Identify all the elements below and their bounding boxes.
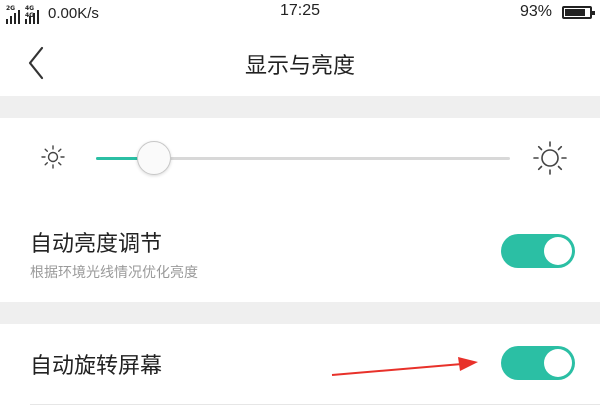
brightness-high-icon <box>533 141 567 175</box>
toggle-knob <box>544 349 572 377</box>
auto-brightness-toggle[interactable] <box>501 234 575 268</box>
toggle-knob <box>544 237 572 265</box>
row-divider <box>30 404 600 405</box>
auto-rotate-toggle[interactable] <box>501 346 575 380</box>
brightness-slider-row <box>0 118 600 200</box>
section-divider <box>0 96 600 118</box>
clock: 17:25 <box>279 2 321 19</box>
auto-brightness-title: 自动亮度调节 <box>30 232 163 257</box>
page-title: 显示与亮度 <box>244 54 355 79</box>
setting-auto-brightness[interactable]: 自动亮度调节 根据环境光线情况优化亮度 <box>0 200 600 302</box>
status-bar: 2G 4G 4G 0.00K/s 17:25 93% <box>0 0 600 30</box>
page-header: 显示与亮度 <box>0 30 600 96</box>
setting-auto-rotate[interactable]: 自动旋转屏幕 <box>0 324 600 404</box>
brightness-low-icon <box>41 145 65 169</box>
auto-rotate-title: 自动旋转屏幕 <box>30 354 163 379</box>
battery-icon <box>562 6 595 19</box>
brightness-slider-thumb[interactable] <box>136 141 171 175</box>
battery-percent: 93% <box>519 3 552 20</box>
section-divider <box>0 302 600 324</box>
battery-fill <box>565 9 585 16</box>
auto-brightness-subtitle: 根据环境光线情况优化亮度 <box>30 265 198 281</box>
